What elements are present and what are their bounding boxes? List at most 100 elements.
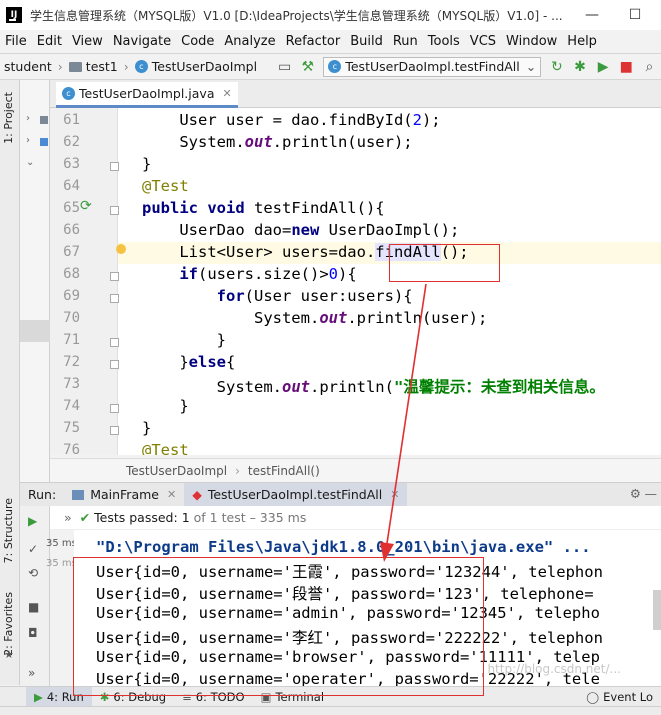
menu-window[interactable]: Window (501, 34, 562, 49)
expand-icon[interactable]: » (64, 510, 72, 525)
line-number: 70 (63, 310, 80, 326)
run-configuration-select[interactable]: c TestUserDaoImpl.testFindAll ⌄ (323, 56, 542, 77)
fold-marker[interactable] (110, 360, 119, 369)
annotation-arrow (380, 283, 427, 562)
bottom-tab-event-log[interactable]: ◯ Event Lo (578, 687, 661, 707)
menu-view[interactable]: View (67, 34, 108, 49)
coverage-icon[interactable]: ▶ (594, 57, 613, 77)
fold-marker[interactable] (110, 206, 119, 215)
code-line: System.out.println(user); (142, 133, 413, 151)
fold-marker[interactable] (110, 426, 119, 435)
fold-marker[interactable] (110, 272, 119, 281)
test-class-icon: c (328, 60, 342, 73)
run-tool-header: Run: MainFrame ✕ ◆ TestUserDaoImpl.testF… (20, 482, 661, 507)
nav-project-label: student (4, 59, 52, 74)
menu-code[interactable]: Code (176, 34, 219, 49)
navigation-bar: student › test1 › c TestUserDaoImpl ▭ ⚒ c… (0, 53, 661, 80)
stop-icon[interactable]: ■ (617, 57, 636, 77)
line-number: 62 (63, 134, 80, 150)
run-tab-label: MainFrame (90, 487, 159, 502)
rerun-icon[interactable]: ↻ (547, 57, 566, 77)
tree-selection (20, 320, 50, 342)
search-icon[interactable]: ⌕ (640, 57, 659, 77)
menu-build[interactable]: Build (345, 34, 388, 49)
menu-tools[interactable]: Tools (423, 34, 465, 49)
title-bar: IJ 学生信息管理系统（MYSQL版）V1.0 [D:\IdeaProjects… (0, 0, 661, 30)
breadcrumb-class[interactable]: TestUserDaoImpl (126, 464, 227, 478)
annotation-output-box (73, 557, 484, 696)
menu-bar: File Edit View Navigate Code Analyze Ref… (0, 30, 661, 53)
console-scrollbar[interactable] (653, 590, 661, 630)
test-status-bar: » ✔ Tests passed: 1 of 1 test – 335 ms (50, 506, 661, 530)
favorites-tool-tab[interactable]: 2: Favorites (2, 592, 15, 656)
tests-passed-label: Tests passed: (94, 510, 178, 525)
breadcrumb-method[interactable]: testFindAll() (248, 464, 320, 478)
bottom-tab-label: Event Lo (603, 689, 653, 704)
code-editor[interactable]: 61 62 63 64 65 66 67 68 69 70 71 72 73 7… (50, 108, 661, 455)
run-panel-label: Run: (28, 487, 57, 502)
line-number: 74 (63, 398, 80, 414)
code-line: } (142, 419, 152, 437)
rerun-icon[interactable]: ▶ (28, 514, 37, 528)
line-number: 67 (63, 244, 80, 260)
run-test-gutter-icon[interactable]: ⟳ (80, 198, 92, 214)
chevron-right-icon: › (235, 463, 240, 478)
fold-marker[interactable] (110, 162, 119, 171)
debug-icon[interactable]: ✱ (570, 57, 589, 77)
minimize-button[interactable]: — (569, 0, 615, 30)
chevron-right-icon: › (57, 59, 63, 74)
menu-navigate[interactable]: Navigate (108, 34, 176, 49)
run-side-toolbar: ▶ ✓ ⟲ ■ ◘ » (20, 506, 50, 686)
rerun-failed-icon[interactable]: ⟲ (28, 566, 38, 580)
editor-tab-label: TestUserDaoImpl.java (79, 86, 215, 101)
intention-bulb-icon[interactable] (116, 244, 126, 254)
check-icon: ✔ (79, 510, 91, 525)
stop-icon[interactable]: ■ (28, 600, 39, 614)
menu-file[interactable]: File (0, 34, 32, 49)
line-number: 72 (63, 354, 80, 370)
line-number: 64 (63, 178, 80, 194)
close-icon[interactable]: ✕ (167, 488, 176, 501)
menu-help[interactable]: Help (562, 34, 602, 49)
nav-project[interactable]: student (0, 59, 56, 74)
more-icon[interactable]: » (28, 666, 35, 680)
menu-refactor[interactable]: Refactor (281, 34, 346, 49)
class-icon: c (134, 60, 148, 73)
annotation-highlight-box (389, 244, 500, 282)
menu-run[interactable]: Run (388, 34, 423, 49)
project-tool-tab[interactable]: 1: Project (2, 92, 15, 144)
close-icon[interactable]: ✕ (222, 87, 231, 100)
code-line: } (142, 397, 189, 415)
test-duration: 35 ms (46, 538, 77, 549)
tree-expand-icon[interactable]: › (26, 113, 30, 124)
gear-icon[interactable]: ⚙ (630, 486, 641, 501)
nav-class[interactable]: c TestUserDaoImpl (131, 59, 261, 74)
code-line: public void testFindAll(){ (142, 199, 385, 217)
run-tab-mainframe[interactable]: MainFrame ✕ (64, 483, 184, 507)
nav-folder[interactable]: test1 (65, 59, 122, 74)
menu-edit[interactable]: Edit (32, 34, 67, 49)
folder-icon (40, 116, 48, 124)
tree-expand-icon[interactable]: › (26, 135, 30, 146)
fold-marker[interactable] (110, 294, 119, 303)
build-hammer-icon[interactable]: ⚒ (298, 57, 317, 77)
maximize-button[interactable]: ☐ (612, 0, 658, 30)
tree-collapse-icon[interactable]: ⌄ (26, 157, 34, 168)
structure-tool-tab[interactable]: 7: Structure (2, 498, 15, 563)
line-number: 61 (63, 112, 80, 128)
java-class-icon: c (62, 87, 75, 100)
code-line: @Test (142, 177, 189, 195)
editor-tab-testuserdaoimpl[interactable]: c TestUserDaoImpl.java ✕ (56, 82, 238, 108)
toggle-passed-icon[interactable]: ✓ (28, 542, 38, 556)
hide-icon[interactable]: — (645, 486, 658, 501)
menu-vcs[interactable]: VCS (465, 34, 501, 49)
left-tool-strip: 1: Project 7: Structure 2: Favorites ★ (0, 80, 20, 685)
folder-icon (68, 61, 82, 72)
fold-marker[interactable] (110, 404, 119, 413)
menu-analyze[interactable]: Analyze (219, 34, 280, 49)
layout-icon[interactable]: ▭ (275, 57, 294, 77)
line-number: 66 (63, 222, 80, 238)
fold-marker[interactable] (110, 338, 119, 347)
code-line: User user = dao.findById(2); (142, 111, 441, 129)
camera-icon[interactable]: ◘ (28, 626, 38, 640)
